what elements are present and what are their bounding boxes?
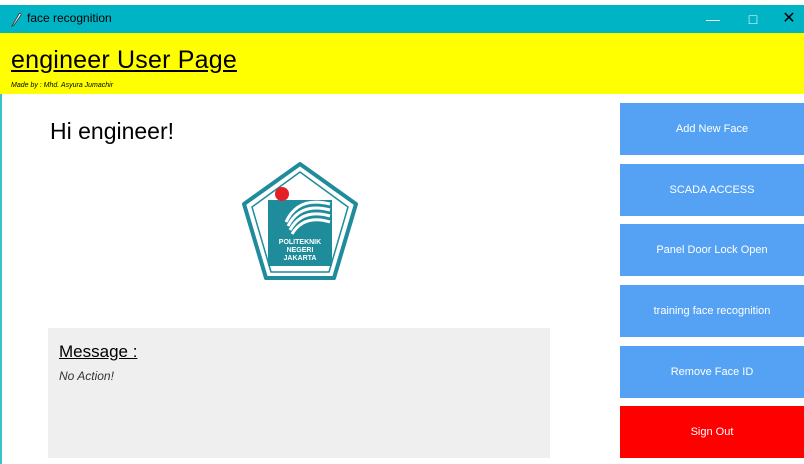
remove-face-id-button[interactable]: Remove Face ID xyxy=(620,346,804,398)
training-face-recognition-button[interactable]: training face recognition xyxy=(620,285,804,337)
logo-text-line: JAKARTA xyxy=(284,255,317,262)
author-credit: Made by : Mhd. Asyura Jumachir xyxy=(11,82,114,89)
message-text: No Action! xyxy=(59,369,114,383)
maximize-button[interactable]: □ xyxy=(740,8,766,30)
logo-text-line: NEGERI xyxy=(287,247,314,254)
sign-out-button[interactable]: Sign Out xyxy=(620,406,804,458)
window-left-border xyxy=(0,94,2,464)
title-bar: face recognition — □ ✕ xyxy=(0,5,804,33)
message-label: Message : xyxy=(59,342,138,361)
page-title: engineer User Page xyxy=(11,46,237,74)
scada-access-button[interactable]: SCADA ACCESS xyxy=(620,164,804,216)
feather-icon xyxy=(10,12,22,27)
message-panel: Message : No Action! xyxy=(48,328,550,458)
page-header: engineer User Page Made by : Mhd. Asyura… xyxy=(0,33,804,94)
logo-text-line: POLITEKNIK xyxy=(279,239,321,246)
greeting-text: Hi engineer! xyxy=(50,118,175,144)
minimize-button[interactable]: — xyxy=(700,8,726,30)
add-new-face-button[interactable]: Add New Face xyxy=(620,103,804,155)
panel-door-lock-open-button[interactable]: Panel Door Lock Open xyxy=(620,224,804,276)
close-button[interactable]: ✕ xyxy=(776,8,802,30)
app-window: face recognition — □ ✕ engineer User Pag… xyxy=(0,0,804,464)
window-title: face recognition xyxy=(27,11,112,25)
politeknik-negeri-jakarta-logo: POLITEKNIK NEGERI JAKARTA xyxy=(242,162,358,280)
